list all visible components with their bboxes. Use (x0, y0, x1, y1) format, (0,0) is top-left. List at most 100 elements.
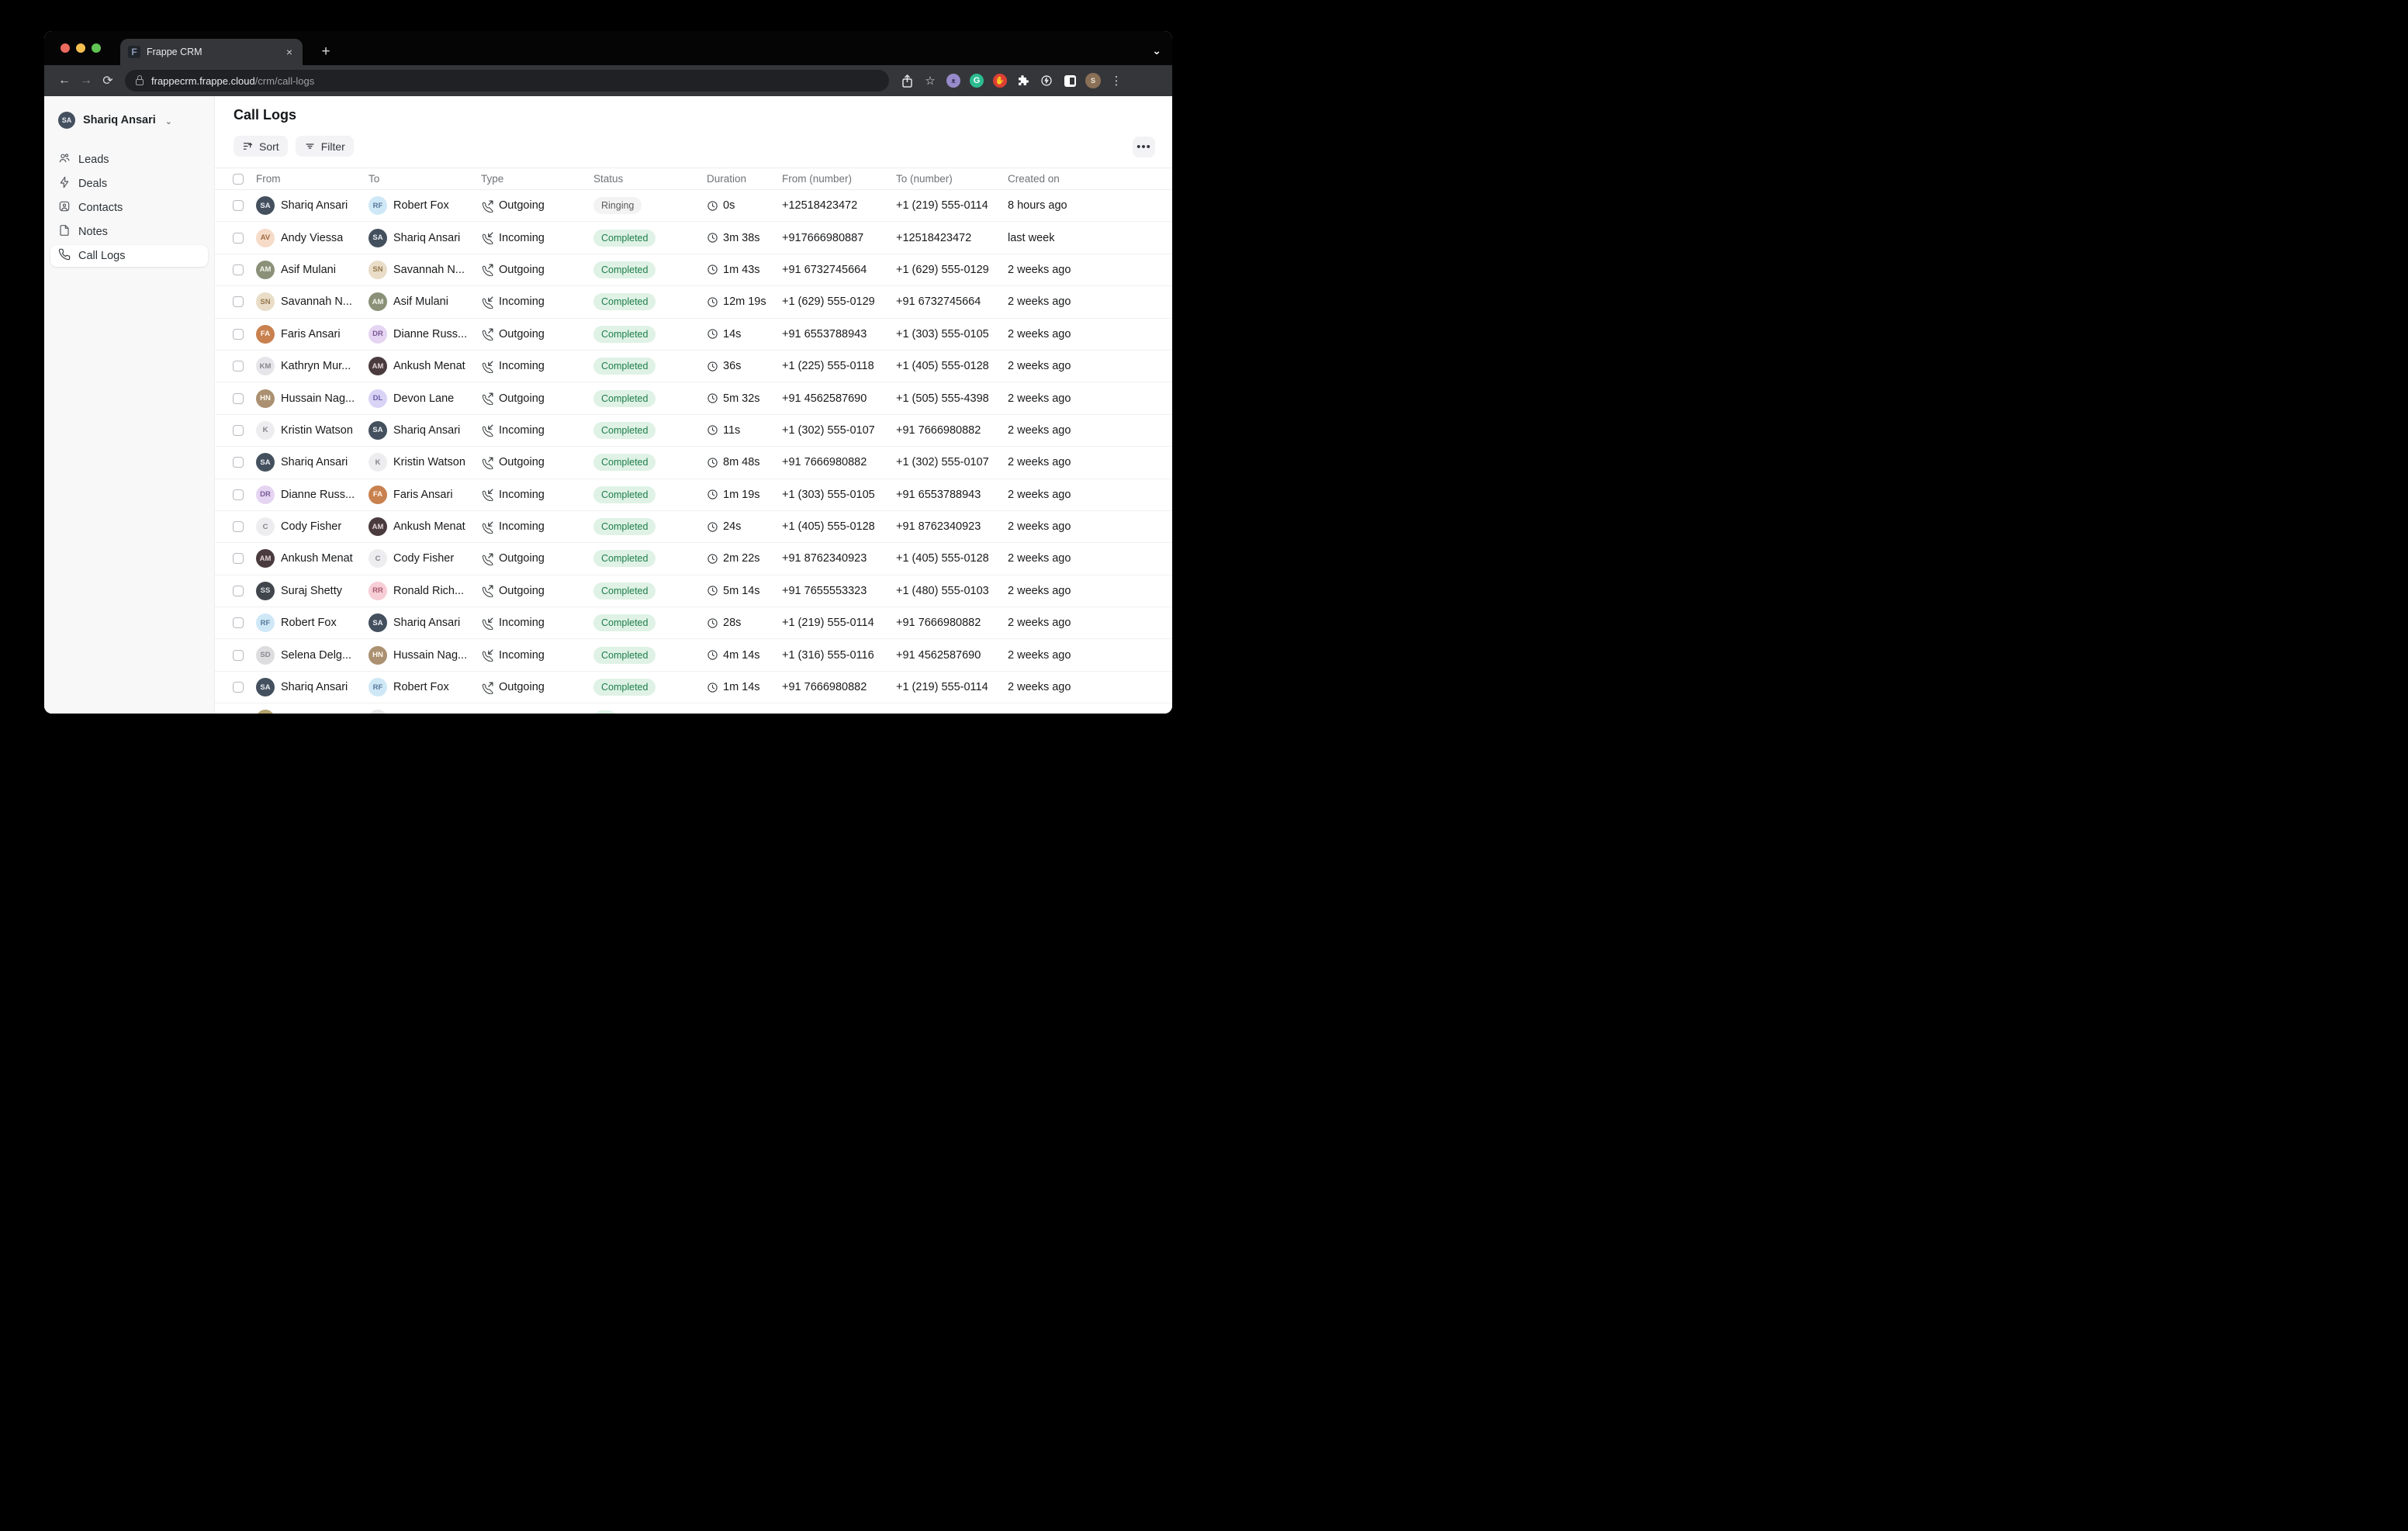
column-header: To (number) (896, 173, 1008, 185)
sidebar-toggle-icon[interactable] (1060, 71, 1080, 91)
actions-row: Sort Filter (234, 136, 1172, 157)
to-number: +1 (629) 555-0129 (896, 264, 1008, 276)
row-checkbox[interactable] (233, 393, 244, 404)
call-type: Incoming (481, 488, 593, 501)
to-number: +1 (405) 555-0128 (896, 360, 1008, 372)
avatar: SA (256, 453, 275, 472)
row-checkbox[interactable] (233, 457, 244, 468)
status-cell: Completed (593, 422, 707, 439)
from-number: +91 4562587690 (782, 392, 896, 405)
url-bar[interactable]: frappecrm.frappe.cloud /crm/call-logs (125, 70, 889, 92)
status-badge: Completed (593, 326, 656, 343)
bookmark-star-icon[interactable]: ☆ (920, 71, 940, 91)
user-menu[interactable]: SA Shariq Ansari ⌄ (44, 109, 214, 132)
browser-tab[interactable]: F Frappe CRM × (120, 39, 303, 65)
status-badge (593, 710, 617, 714)
new-tab-button[interactable]: + (317, 43, 334, 60)
sort-icon (242, 140, 254, 152)
extensions-puzzle-icon[interactable] (1013, 71, 1033, 91)
row-checkbox[interactable] (233, 329, 244, 340)
table-row[interactable]: AMAnkush MenatCCody FisherOutgoingComple… (215, 543, 1172, 575)
table-row[interactable]: KMKathryn Mur...AMAnkush MenatIncomingCo… (215, 351, 1172, 382)
row-checkbox[interactable] (233, 617, 244, 628)
deals-icon (58, 176, 71, 192)
row-checkbox[interactable] (233, 361, 244, 372)
from-number: +91 6553788943 (782, 328, 896, 340)
table-row[interactable]: KKristin WatsonSAShariq AnsariIncomingCo… (215, 415, 1172, 447)
avatar: SS (256, 582, 275, 600)
row-checkbox[interactable] (233, 296, 244, 307)
close-window-button[interactable] (61, 43, 70, 53)
row-checkbox[interactable] (233, 650, 244, 661)
row-checkbox[interactable] (233, 200, 244, 211)
row-checkbox[interactable] (233, 521, 244, 532)
table-row[interactable]: HNHussain Nag...DLDevon LaneOutgoingComp… (215, 382, 1172, 414)
phone-outgoing-icon (481, 584, 494, 597)
row-checkbox[interactable] (233, 489, 244, 500)
status-badge: Completed (593, 614, 656, 631)
to-person: KKristin Watson (368, 453, 481, 472)
row-checkbox[interactable] (233, 264, 244, 275)
table-row[interactable]: SSSuraj ShettyRRRonald Rich...OutgoingCo… (215, 575, 1172, 607)
macos-traffic-lights (61, 43, 101, 53)
energy-saver-leaf-icon[interactable] (1036, 71, 1057, 91)
forward-button[interactable]: → (75, 74, 97, 88)
table-row[interactable]: SNSavannah N...AMAsif MulaniIncomingComp… (215, 286, 1172, 318)
select-all-checkbox[interactable] (233, 174, 244, 185)
row-checkbox[interactable] (233, 553, 244, 564)
table-row[interactable]: DRDianne Russ...FAFaris AnsariIncomingCo… (215, 479, 1172, 511)
to-person (368, 710, 481, 714)
sidebar-item-contacts[interactable]: Contacts (50, 197, 208, 219)
sidebar-item-label: Deals (78, 178, 107, 190)
to-number: +1 (405) 555-0128 (896, 552, 1008, 565)
row-checkbox[interactable] (233, 586, 244, 596)
browser-profile-avatar[interactable]: S (1083, 71, 1103, 91)
sidebar-item-call-logs[interactable]: Call Logs (50, 245, 208, 267)
browser-menu-kebab-icon[interactable]: ⋮ (1106, 71, 1126, 91)
row-checkbox[interactable] (233, 425, 244, 436)
to-person: AMAsif Mulani (368, 292, 481, 311)
table-row[interactable]: SAShariq AnsariRFRobert FoxOutgoingRingi… (215, 190, 1172, 222)
phone-incoming-icon (481, 360, 494, 373)
from-person: DRDianne Russ... (256, 486, 368, 504)
from-number: +1 (219) 555-0114 (782, 617, 896, 629)
table-row[interactable]: SAShariq AnsariRFRobert FoxOutgoingCompl… (215, 672, 1172, 703)
sort-button[interactable]: Sort (234, 136, 288, 157)
table-row[interactable]: AVAndy ViessaSAShariq AnsariIncomingComp… (215, 222, 1172, 254)
to-person: SAShariq Ansari (368, 229, 481, 247)
sidebar-item-leads[interactable]: Leads (50, 149, 208, 171)
table-row[interactable]: AMAsif MulaniSNSavannah N...OutgoingComp… (215, 254, 1172, 286)
table-row-partial[interactable] (215, 703, 1172, 714)
to-number: +1 (219) 555-0114 (896, 681, 1008, 693)
duration-cell: 1m 43s (707, 264, 782, 276)
close-tab-icon[interactable]: × (284, 46, 295, 58)
clock-icon (707, 361, 718, 372)
share-icon[interactable] (897, 71, 917, 91)
adblock-extension-icon[interactable]: ✋ (990, 71, 1010, 91)
table-row[interactable]: SDSelena Delg...HNHussain Nag...Incoming… (215, 639, 1172, 671)
github-extension-icon[interactable]: ᴥ (943, 71, 964, 91)
browser-toolbar: ← → ⟳ frappecrm.frappe.cloud /crm/call-l… (44, 65, 1172, 96)
back-button[interactable]: ← (54, 74, 75, 88)
maximize-window-button[interactable] (92, 43, 101, 53)
tab-search-chevron-icon[interactable]: ⌄ (1152, 44, 1161, 57)
more-options-button[interactable]: ••• (1133, 137, 1155, 157)
sidebar-item-deals[interactable]: Deals (50, 173, 208, 195)
table-row[interactable]: CCody FisherAMAnkush MenatIncomingComple… (215, 511, 1172, 543)
to-person: RRRonald Rich... (368, 582, 481, 600)
table-row[interactable]: RFRobert FoxSAShariq AnsariIncomingCompl… (215, 607, 1172, 639)
minimize-window-button[interactable] (76, 43, 85, 53)
to-number: +1 (480) 555-0103 (896, 585, 1008, 597)
row-checkbox[interactable] (233, 682, 244, 693)
phone-incoming-icon (481, 648, 494, 662)
table-row[interactable]: SAShariq AnsariKKristin WatsonOutgoingCo… (215, 447, 1172, 479)
table-row[interactable]: FAFaris AnsariDRDianne Russ...OutgoingCo… (215, 319, 1172, 351)
from-number: +1 (303) 555-0105 (782, 489, 896, 501)
reload-button[interactable]: ⟳ (97, 73, 119, 88)
sidebar-item-notes[interactable]: Notes (50, 221, 208, 243)
grammarly-extension-icon[interactable]: G (967, 71, 987, 91)
filter-icon (304, 140, 316, 152)
user-name: Shariq Ansari (83, 114, 156, 126)
filter-button[interactable]: Filter (296, 136, 354, 157)
row-checkbox[interactable] (233, 233, 244, 244)
